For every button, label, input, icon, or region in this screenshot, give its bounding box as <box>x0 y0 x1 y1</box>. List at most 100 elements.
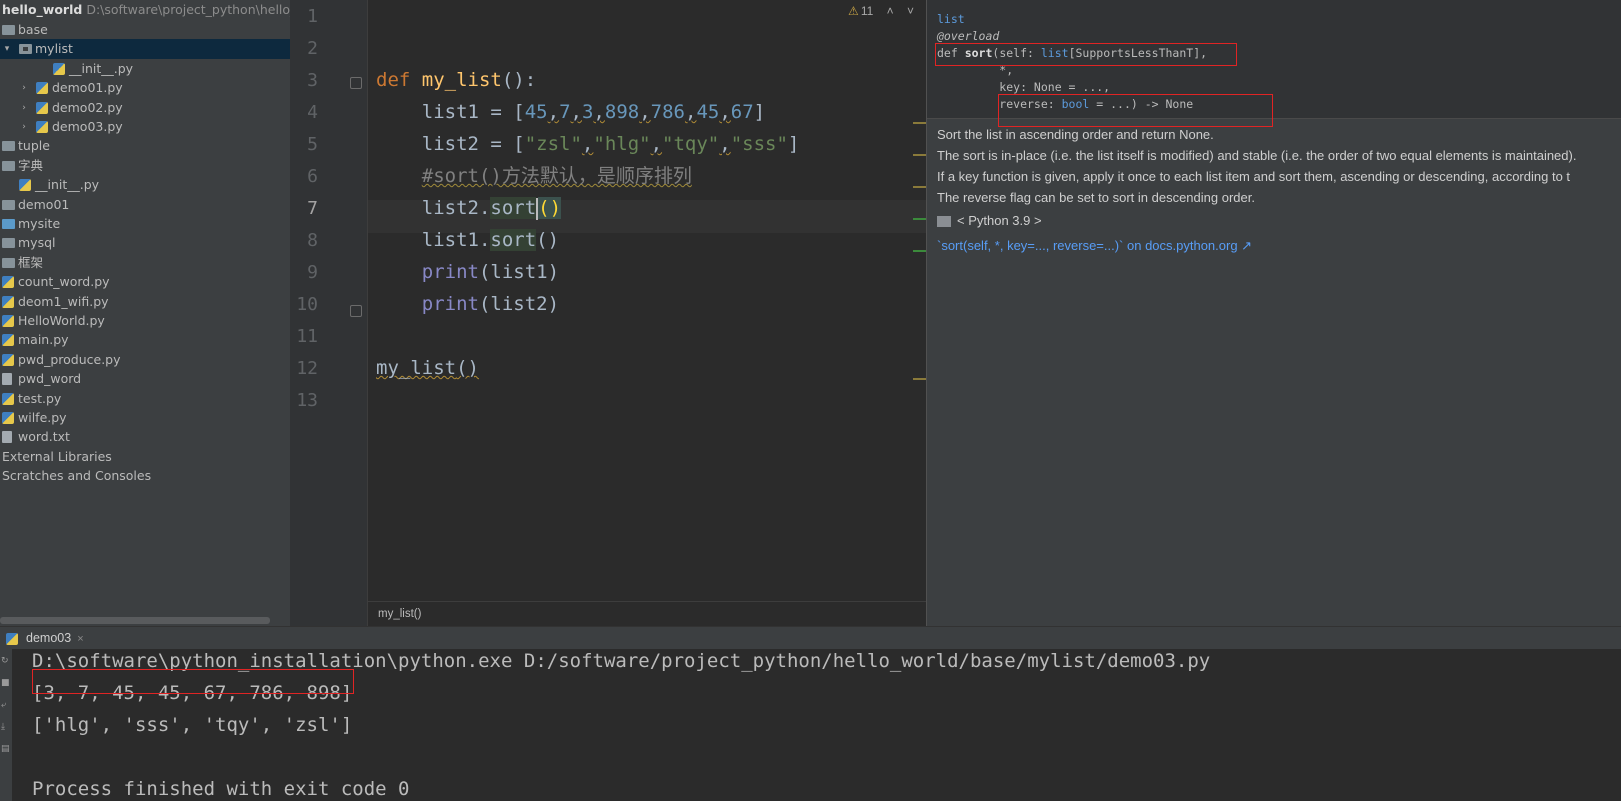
line-number[interactable]: 13 <box>290 384 318 417</box>
line-number[interactable]: 10 <box>290 288 318 321</box>
inspection-widget[interactable]: ⚠ 11 ˄ ˅ <box>848 4 914 18</box>
doc-decorator: @overload <box>937 29 1000 43</box>
line-number[interactable]: 12 <box>290 352 318 385</box>
chevron-down-icon[interactable]: ▾ <box>2 39 12 59</box>
line-number[interactable]: 7 <box>290 192 318 225</box>
string-literal: "zsl" <box>524 133 582 155</box>
line-number[interactable]: 9 <box>290 256 318 289</box>
line-number[interactable]: 6 <box>290 160 318 193</box>
fold-end-icon[interactable] <box>350 305 362 317</box>
tree-item[interactable]: ›tuple <box>0 136 290 156</box>
tree-item[interactable]: Scratches and Consoles <box>0 466 290 486</box>
line-number[interactable]: 1 <box>290 0 318 33</box>
python-file-icon <box>2 295 14 308</box>
tree-horizontal-scrollbar[interactable] <box>0 617 270 624</box>
print-icon[interactable]: ▤ <box>1 745 10 754</box>
code-line-7: list2.sort() <box>421 197 562 220</box>
tree-item[interactable]: __init__.py <box>0 175 290 195</box>
line-number[interactable]: 8 <box>290 224 318 257</box>
tree-item[interactable]: deom1_wifi.py <box>0 292 290 312</box>
close-tab-icon[interactable]: × <box>77 633 83 645</box>
tree-item[interactable]: External Libraries <box>0 447 290 467</box>
tree-item[interactable]: mysql <box>0 233 290 253</box>
warning-stripe-mark[interactable] <box>913 122 926 124</box>
tree-item[interactable]: HelloWorld.py <box>0 311 290 331</box>
tree-item[interactable]: test.py <box>0 389 290 409</box>
doc-description-line: If a key function is given, apply it onc… <box>937 169 1571 184</box>
warning-stripe-mark[interactable] <box>913 186 926 188</box>
tree-item-label: count_word.py <box>18 274 110 290</box>
fold-start-icon[interactable] <box>350 77 362 89</box>
line-number[interactable]: 11 <box>290 320 318 353</box>
text-file-icon <box>2 431 12 444</box>
tree-item[interactable]: › demo01.py <box>0 78 290 98</box>
tree-item[interactable]: wilfe.py <box>0 408 290 428</box>
line-number[interactable]: 2 <box>290 32 318 65</box>
tree-item[interactable]: pwd_word <box>0 369 290 389</box>
tree-item[interactable]: word.txt <box>0 427 290 447</box>
tree-item[interactable]: demo01 <box>0 195 290 215</box>
warning-stripe-mark[interactable] <box>913 154 926 156</box>
tree-item-label: mylist <box>35 41 73 57</box>
doc-description-line: The reverse flag can be set to sort in d… <box>937 190 1255 205</box>
python-file-icon <box>36 121 48 133</box>
code-line-3: def my_list(): <box>376 69 537 91</box>
tree-item[interactable]: main.py <box>0 330 290 350</box>
number-literal: 45 <box>696 101 720 123</box>
editor-breadcrumb[interactable]: my_list() <box>368 601 926 626</box>
tree-item[interactable]: ›字典 <box>0 156 290 176</box>
line-number[interactable]: 4 <box>290 96 318 129</box>
project-tool-window: hello_world D:\software\project_python\he… <box>0 0 290 626</box>
tree-item-label: __init__.py <box>35 177 100 193</box>
usage-stripe-mark[interactable] <box>913 250 926 252</box>
python-file-icon <box>53 62 65 75</box>
run-tab-demo03[interactable]: demo03 × <box>0 627 94 650</box>
tree-root[interactable]: hello_world D:\software\project_python\he… <box>0 0 290 20</box>
stop-icon[interactable]: ■ <box>1 679 10 688</box>
tree-item-label: demo01.py <box>52 80 123 96</box>
tree-item[interactable]: 框架 <box>0 253 290 273</box>
rerun-icon[interactable]: ↻ <box>1 657 10 666</box>
tree-item-label: pwd_produce.py <box>18 351 121 367</box>
tree-item[interactable]: mysite <box>0 214 290 234</box>
code-editor[interactable]: ⚠ 11 ˄ ˅ def my_list(): list1 = [45,7,3,8… <box>368 0 926 601</box>
soft-wrap-icon[interactable]: ⤶ <box>1 701 10 710</box>
usage-stripe-mark[interactable] <box>913 218 926 220</box>
tree-item-label: word.txt <box>18 429 70 445</box>
scroll-to-end-icon[interactable]: ⤓ <box>1 723 10 732</box>
run-console[interactable]: D:\software\python_installation\python.e… <box>12 649 1621 801</box>
quick-documentation-popup: list @overload def sort(self: list[Suppo… <box>926 0 1621 626</box>
chevron-up-icon[interactable]: ˄ <box>887 4 894 18</box>
chevron-right-icon[interactable]: › <box>19 78 29 98</box>
python-file-icon <box>2 276 14 289</box>
folder-icon <box>2 199 15 210</box>
folder-icon <box>2 25 15 35</box>
tree-item[interactable]: count_word.py <box>0 272 290 292</box>
tree-item[interactable]: › demo03.py <box>0 117 290 137</box>
doc-library: < Python 3.9 > <box>937 212 1042 230</box>
tree-item[interactable]: ▾ mylist <box>0 39 290 60</box>
chevron-down-icon[interactable]: ˅ <box>907 4 914 18</box>
line-number[interactable]: 3 <box>290 64 318 97</box>
warning-stripe-mark[interactable] <box>913 378 926 380</box>
folder-icon <box>2 160 15 171</box>
tree-item[interactable]: pwd_produce.py <box>0 350 290 370</box>
doc-external-link[interactable]: `sort(self, *, key=..., reverse=...)` on… <box>937 237 1252 255</box>
tree-item-label: pwd_word <box>18 371 82 387</box>
python-file-icon <box>36 101 48 114</box>
tree-item[interactable]: › demo02.py <box>0 98 290 118</box>
line-number[interactable]: 5 <box>290 128 318 161</box>
doc-owner-class[interactable]: list <box>937 11 965 27</box>
text-file-icon <box>2 373 12 386</box>
tree-item-label: demo01 <box>18 196 70 212</box>
tree-item[interactable]: ▸base <box>0 20 290 40</box>
tree-item-label: test.py <box>18 390 62 406</box>
tree-item-label: base <box>18 22 48 37</box>
tree-item[interactable]: __init__.py <box>0 59 290 79</box>
code-line-8: list1.sort() <box>421 229 560 251</box>
tree-item-label: 字典 <box>18 157 44 173</box>
chevron-right-icon[interactable]: › <box>19 98 29 118</box>
tree-item-label: wilfe.py <box>18 410 67 425</box>
editor-gutter: 1 2 3 4 5 6 7 8 9 10 11 12 13 <box>290 0 368 626</box>
chevron-right-icon[interactable]: › <box>19 117 29 137</box>
